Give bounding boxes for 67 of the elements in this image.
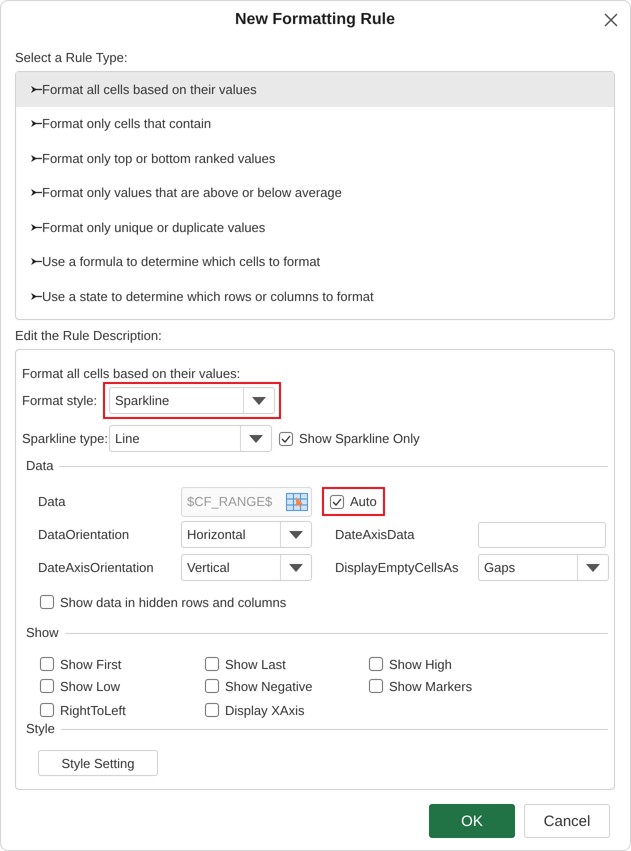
checkbox[interactable]	[369, 657, 383, 671]
description-heading: Format all cells based on their values:	[22, 366, 240, 381]
checkbox[interactable]	[205, 657, 219, 671]
dropdown[interactable]: Line	[109, 425, 272, 452]
checkbox-label: Show Low	[60, 678, 120, 694]
dropdown[interactable]: Horizontal	[181, 521, 312, 548]
field-label: DisplayEmptyCellsAs	[334, 560, 460, 575]
field-label: DateAxisData	[334, 527, 416, 542]
caret-icon	[289, 564, 303, 572]
checkbox[interactable]	[205, 679, 219, 693]
rule-type-item[interactable]: Use a state to determine which rows or columns to format	[16, 279, 614, 314]
dialog-title: New Formatting Rule	[234, 11, 395, 29]
field-label: Sparkline type:	[22, 431, 109, 446]
dropdown[interactable]: Gaps	[478, 554, 609, 581]
checkbox[interactable]	[279, 432, 293, 446]
checkbox-label: Show data in hidden rows and columns	[60, 594, 286, 610]
arrow-icon	[31, 120, 42, 128]
cancel-button[interactable]: Cancel	[524, 804, 610, 838]
caret-icon	[252, 396, 266, 404]
checkbox-label: RightToLeft	[60, 702, 126, 718]
ok-button[interactable]: OK	[429, 804, 515, 838]
checkbox-label: Show High	[389, 656, 452, 672]
arrow-icon	[31, 292, 42, 300]
arrow-icon	[31, 189, 42, 196]
rule-type-item[interactable]: Format only top or bottom ranked values	[16, 141, 614, 176]
field-label: Data	[38, 494, 66, 509]
section-label: Edit the Rule Description:	[15, 328, 162, 343]
field-label: DataOrientation	[38, 527, 130, 542]
checkbox-label: Show Markers	[389, 678, 472, 694]
input-field[interactable]	[478, 522, 606, 548]
caret-icon	[586, 564, 600, 572]
arrow-icon	[31, 258, 42, 266]
rule-type-item[interactable]: Format all cells based on their values	[16, 72, 614, 106]
checkbox-label: Show Last	[225, 656, 286, 672]
field-label: DateAxisOrientation	[38, 560, 155, 575]
checkbox-label: Display XAxis	[225, 702, 304, 718]
checkbox[interactable]	[369, 679, 383, 693]
close-button[interactable]	[604, 13, 618, 27]
checkbox-label: Show Sparkline Only	[299, 431, 420, 446]
caret-icon	[249, 434, 263, 442]
field-label: Format style:	[22, 393, 98, 408]
arrow-icon	[31, 86, 42, 93]
group-title: Style	[26, 721, 55, 737]
rule-type-item[interactable]: Format only cells that contain	[16, 106, 614, 141]
checkbox[interactable]	[40, 703, 54, 717]
section-label: Select a Rule Type:	[15, 50, 128, 65]
close-icon	[604, 13, 618, 27]
checkbox[interactable]	[205, 703, 219, 717]
dropdown[interactable]: Vertical	[181, 554, 312, 581]
checkbox[interactable]	[40, 595, 54, 609]
style-setting-button[interactable]: Style Setting	[38, 750, 158, 776]
caret-icon	[289, 530, 303, 538]
rule-type-item[interactable]: Format only unique or duplicate values	[16, 210, 614, 244]
group-title: Show	[26, 625, 59, 641]
dropdown[interactable]: Sparkline	[109, 387, 275, 414]
rule-type-item[interactable]: Format only values that are above or below average	[16, 176, 614, 210]
arrow-icon	[31, 224, 42, 231]
checkbox-label: Show Negative	[225, 678, 312, 694]
arrow-icon	[31, 154, 42, 162]
checkbox[interactable]	[330, 494, 344, 508]
checkbox-label: Show First	[60, 656, 122, 672]
checkbox[interactable]	[40, 679, 54, 693]
table-icon	[286, 492, 308, 510]
checkbox-label: Auto	[350, 494, 377, 509]
group-title: Data	[26, 458, 54, 474]
rule-type-item[interactable]: Use a formula to determine which cells to format	[16, 244, 614, 279]
checkbox[interactable]	[40, 657, 54, 671]
